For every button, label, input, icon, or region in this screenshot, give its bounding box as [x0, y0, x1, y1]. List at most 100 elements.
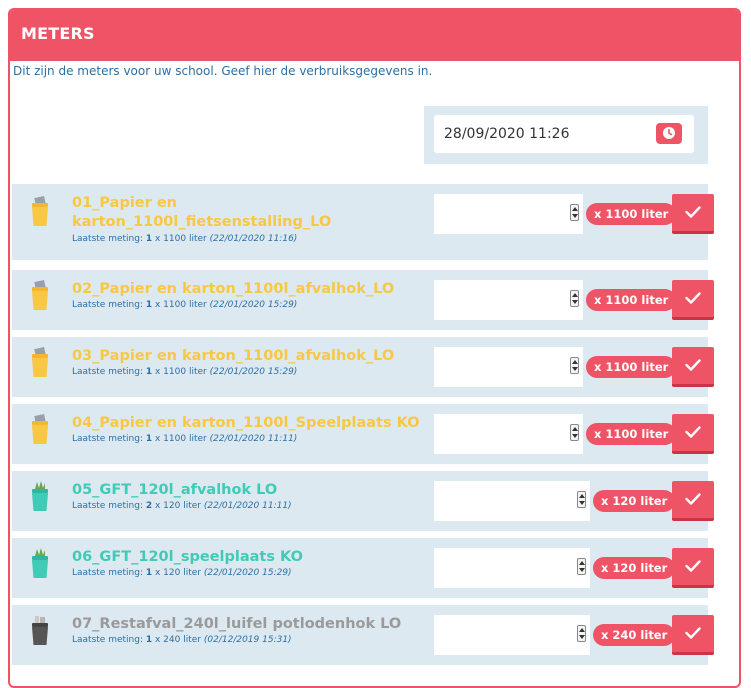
intro-text: Dit zijn de meters voor uw school. Geef … — [13, 64, 433, 78]
unit-badge: x 1100 liter — [586, 356, 677, 378]
last-label: Laatste meting: — [72, 434, 143, 444]
meter-title: 07_Restafval_240l_luifel potlodenhok LO — [72, 615, 401, 634]
submit-check-button[interactable] — [672, 414, 714, 454]
last-measurement: Laatste meting: 1 x 1100 liter (22/01/20… — [72, 300, 297, 310]
submit-check-button[interactable] — [672, 194, 714, 234]
last-measurement: Laatste meting: 2 x 120 liter (22/01/202… — [72, 501, 292, 511]
meter-title-line: 05_GFT_120l_afvalhok LO — [72, 482, 278, 498]
check-icon — [685, 627, 701, 639]
last-date: (22/01/2020 15:29) — [209, 300, 298, 310]
last-date: (22/01/2020 15:29) — [209, 367, 298, 377]
meter-row: 01_Papier en karton_1100l_fietsenstalling… — [12, 184, 714, 260]
number-spinner[interactable] — [577, 558, 586, 575]
unit-badge: x 1100 liter — [586, 203, 677, 225]
meter-title-line: 07_Restafval_240l_luifel potlodenhok LO — [72, 616, 402, 632]
unit-badge: x 120 liter — [593, 557, 676, 579]
last-count: 1 — [145, 568, 153, 578]
meter-title-line: 06_GFT_120l_speelplaats KO — [72, 549, 303, 565]
meter-value-input[interactable] — [434, 347, 583, 387]
number-spinner[interactable] — [577, 625, 586, 642]
meter-value-input[interactable] — [434, 481, 590, 521]
clock-icon — [663, 127, 675, 139]
meter-title: 05_GFT_120l_afvalhok LO — [72, 481, 277, 500]
meter-title-line: 02_Papier en karton_1100l_afvalhok_LO — [72, 281, 395, 297]
last-unit: x 1100 liter — [155, 234, 207, 244]
meter-title: 06_GFT_120l_speelplaats KO — [72, 548, 303, 567]
last-unit: x 120 liter — [155, 568, 201, 578]
number-spinner[interactable] — [570, 357, 579, 374]
last-label: Laatste meting: — [72, 501, 143, 511]
meter-row: 03_Papier en karton_1100l_afvalhok_LO Laa… — [12, 337, 714, 397]
last-measurement: Laatste meting: 1 x 1100 liter (22/01/20… — [72, 434, 297, 444]
meter-value-input[interactable] — [434, 615, 590, 655]
unit-badge: x 1100 liter — [586, 289, 677, 311]
submit-check-button[interactable] — [672, 347, 714, 387]
last-date: (22/01/2020 11:11) — [203, 501, 292, 511]
meter-title: 02_Papier en karton_1100l_afvalhok_LO — [72, 280, 394, 299]
meter-row: 04_Papier en karton_1100l_Speelplaats KO… — [12, 404, 714, 464]
check-icon — [685, 292, 701, 304]
meter-title-line: 04_Papier en karton_1100l_Speelplaats KO — [72, 415, 420, 431]
last-label: Laatste meting: — [72, 367, 143, 377]
check-icon — [685, 426, 701, 438]
check-icon — [685, 560, 701, 572]
meter-value-input[interactable] — [434, 548, 590, 588]
paper-bin-icon — [29, 196, 51, 232]
last-count: 1 — [145, 234, 153, 244]
number-spinner[interactable] — [577, 491, 586, 508]
last-count: 1 — [145, 367, 153, 377]
paper-bin-icon — [29, 280, 51, 316]
last-unit: x 240 liter — [155, 635, 201, 645]
meter-row: 05_GFT_120l_afvalhok LO Laatste meting: 2… — [12, 471, 714, 531]
meter-title-line: 01_Papier en — [72, 195, 177, 211]
unit-badge: x 120 liter — [593, 490, 676, 512]
last-date: (22/01/2020 11:11) — [209, 434, 298, 444]
last-label: Laatste meting: — [72, 635, 143, 645]
meter-title-line: karton_1100l_fietsenstalling_LO — [72, 214, 332, 230]
meter-title: 03_Papier en karton_1100l_afvalhok_LO — [72, 347, 394, 366]
last-date: (22/01/2020 11:16) — [209, 234, 298, 244]
last-measurement: Laatste meting: 1 x 120 liter (22/01/202… — [72, 568, 292, 578]
gft-bin-icon — [29, 548, 51, 584]
panel-title: METERS — [10, 10, 739, 61]
last-measurement: Laatste meting: 1 x 1100 liter (22/01/20… — [72, 367, 297, 377]
last-measurement: Laatste meting: 1 x 1100 liter (22/01/20… — [72, 234, 297, 244]
datetime-section: 28/09/2020 11:26 — [424, 106, 708, 164]
number-spinner[interactable] — [570, 290, 579, 307]
check-icon — [685, 493, 701, 505]
meter-value-input[interactable] — [434, 280, 583, 320]
meter-title: 04_Papier en karton_1100l_Speelplaats KO — [72, 414, 420, 433]
last-measurement: Laatste meting: 1 x 240 liter (02/12/201… — [72, 635, 292, 645]
rest-bin-icon — [29, 615, 51, 651]
submit-check-button[interactable] — [672, 280, 714, 320]
clock-button[interactable] — [656, 123, 682, 144]
datetime-value: 28/09/2020 11:26 — [444, 126, 570, 142]
last-count: 2 — [145, 501, 153, 511]
last-count: 1 — [145, 434, 153, 444]
number-spinner[interactable] — [570, 424, 579, 441]
meter-row: 06_GFT_120l_speelplaats KO Laatste meting… — [12, 538, 714, 598]
meter-row: 02_Papier en karton_1100l_afvalhok_LO Laa… — [12, 270, 714, 330]
last-count: 1 — [145, 300, 153, 310]
last-unit: x 120 liter — [155, 501, 201, 511]
number-spinner[interactable] — [570, 204, 579, 221]
last-date: (02/12/2019 15:31) — [203, 635, 292, 645]
meter-value-input[interactable] — [434, 414, 583, 454]
gft-bin-icon — [29, 481, 51, 517]
submit-check-button[interactable] — [672, 615, 714, 655]
meter-row: 07_Restafval_240l_luifel potlodenhok LO L… — [12, 605, 714, 665]
unit-badge: x 240 liter — [593, 624, 676, 646]
check-icon — [685, 359, 701, 371]
unit-badge: x 1100 liter — [586, 423, 677, 445]
paper-bin-icon — [29, 414, 51, 450]
submit-check-button[interactable] — [672, 481, 714, 521]
meter-value-input[interactable] — [434, 194, 583, 234]
last-label: Laatste meting: — [72, 568, 143, 578]
last-date: (22/01/2020 15:29) — [203, 568, 292, 578]
submit-check-button[interactable] — [672, 548, 714, 588]
last-label: Laatste meting: — [72, 300, 143, 310]
paper-bin-icon — [29, 347, 51, 383]
last-unit: x 1100 liter — [155, 434, 207, 444]
last-unit: x 1100 liter — [155, 300, 207, 310]
datetime-input[interactable]: 28/09/2020 11:26 — [434, 115, 694, 153]
